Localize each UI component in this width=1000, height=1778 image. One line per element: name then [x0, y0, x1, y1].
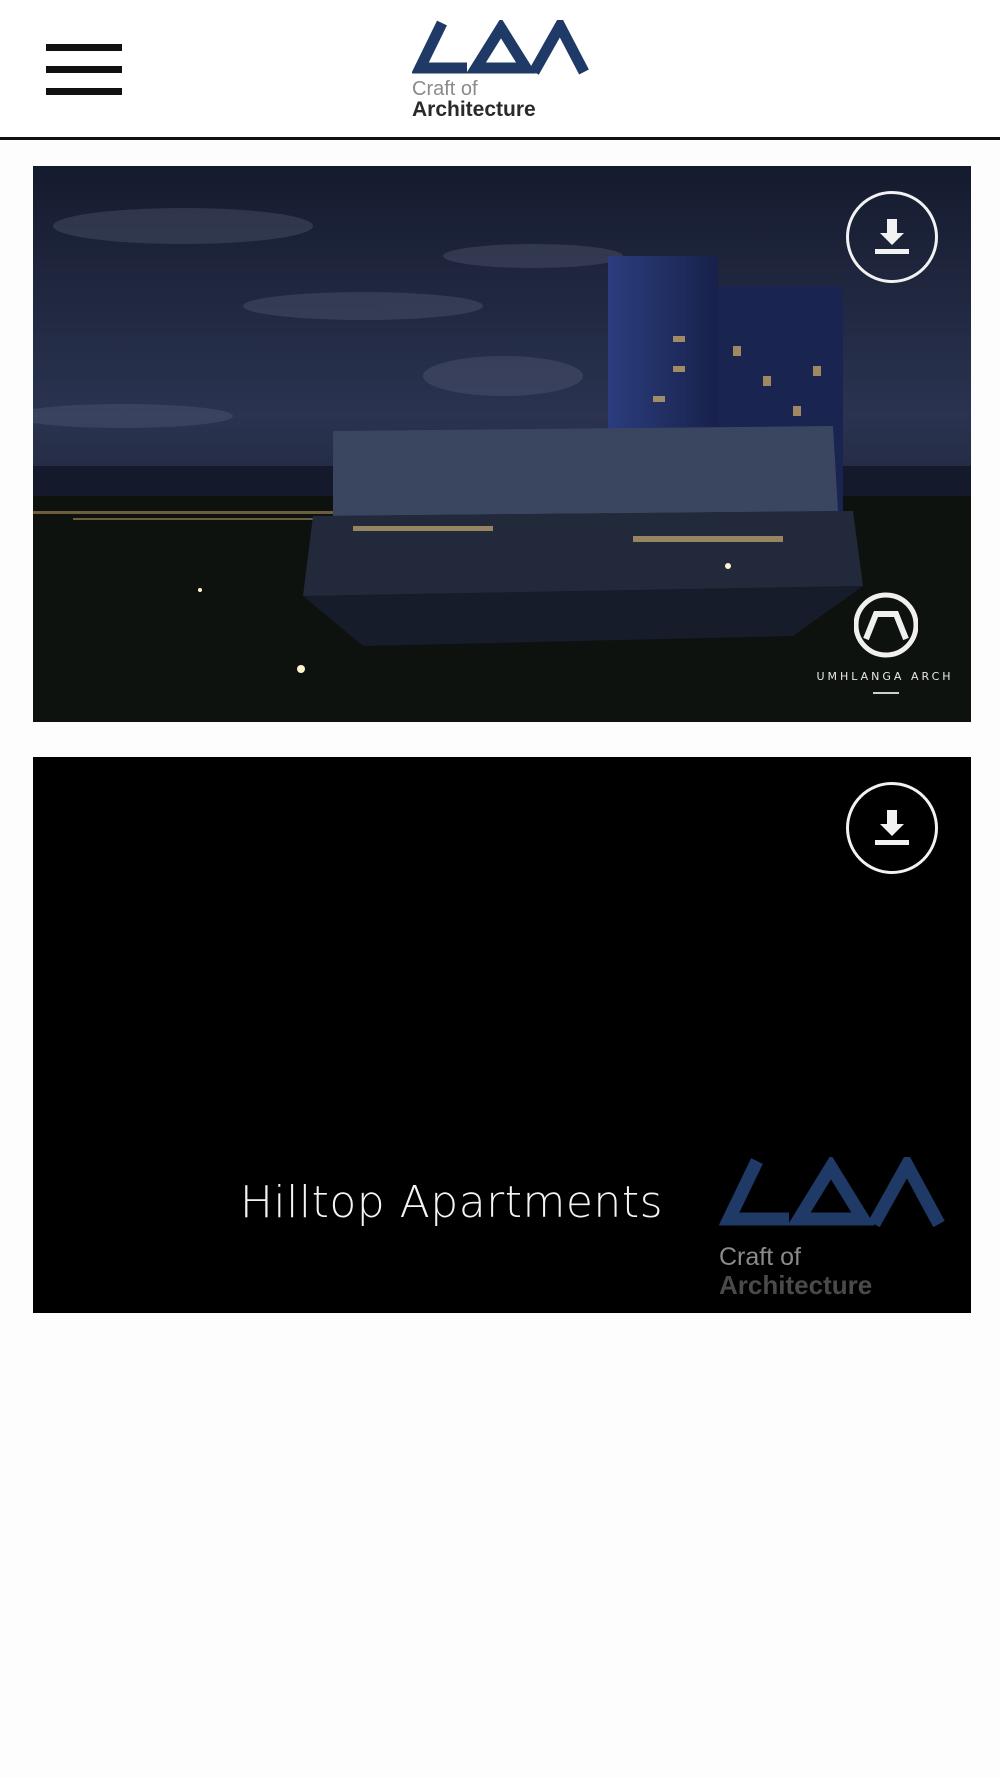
client-logo: UMHLANGA ARCH	[815, 592, 955, 702]
client-logo-underline	[873, 692, 899, 694]
project-card-logo: Craft of Architecture	[719, 1157, 959, 1300]
download-icon	[875, 219, 909, 254]
brand-tagline: Craft of	[412, 78, 478, 100]
caa-logo-mark-icon	[412, 20, 589, 75]
client-logo-text: UMHLANGA ARCH	[816, 670, 954, 683]
brand-name: Architecture	[412, 98, 536, 121]
header-divider	[0, 137, 1000, 140]
project-title: Hilltop Apartments	[239, 1177, 663, 1228]
project-card[interactable]: Hilltop Apartments Craft of Architecture	[33, 757, 971, 1313]
download-button[interactable]	[846, 782, 938, 874]
umhlanga-arch-logo-icon	[854, 592, 918, 658]
card-logo-tagline: Craft of	[719, 1243, 801, 1271]
caa-logo-mark-icon	[719, 1157, 945, 1228]
brand-logo[interactable]: Craft of Architecture	[410, 20, 590, 122]
card-logo-name: Architecture	[719, 1270, 873, 1300]
site-header: Craft of Architecture	[0, 0, 1000, 140]
hamburger-menu-icon[interactable]	[46, 44, 122, 96]
download-icon	[875, 810, 909, 845]
download-button[interactable]	[846, 191, 938, 283]
project-card[interactable]: UMHLANGA ARCH	[33, 166, 971, 722]
